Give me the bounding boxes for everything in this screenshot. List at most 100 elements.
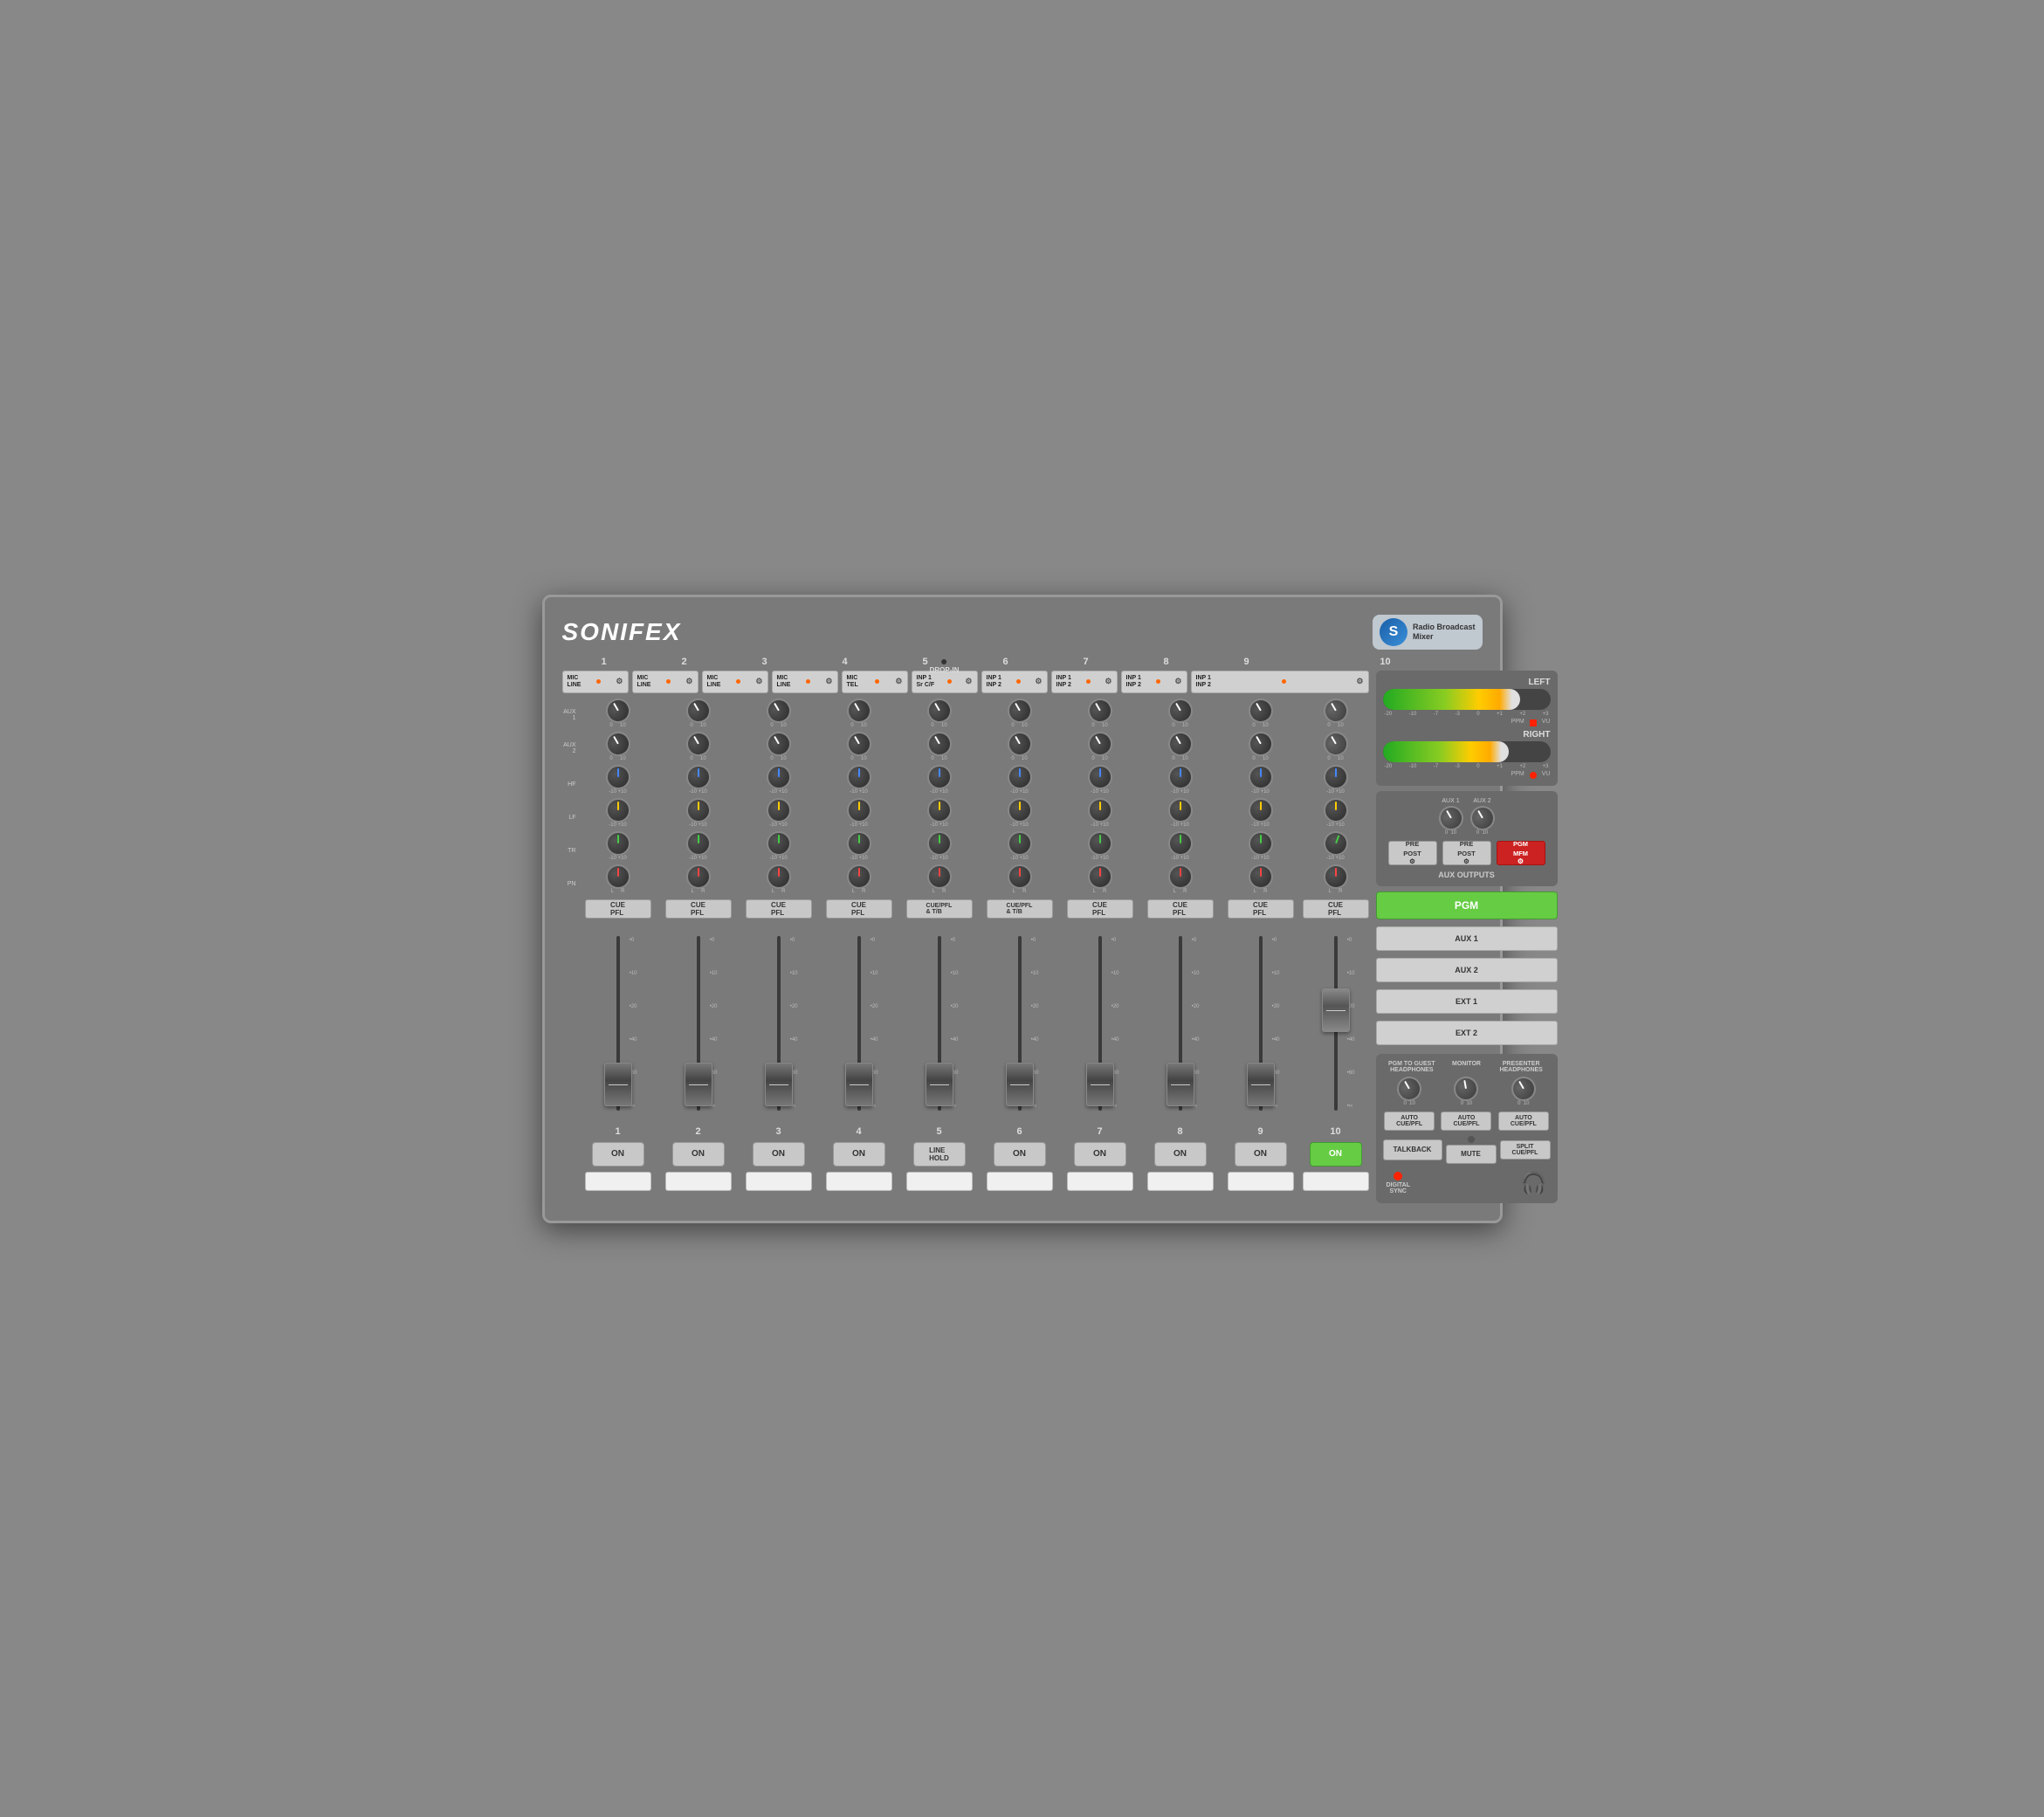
ch7-aux1-knob[interactable] bbox=[1083, 693, 1116, 726]
pre-post-btn2[interactable]: PRE POST ⚙ bbox=[1442, 841, 1491, 865]
ch1-aux2-knob[interactable] bbox=[601, 726, 634, 760]
ch5-hf-knob[interactable] bbox=[927, 765, 952, 789]
ch10-on-btn[interactable]: ON bbox=[1310, 1142, 1362, 1167]
ch7-trim-knob[interactable] bbox=[1088, 831, 1112, 856]
ch2-aux2-knob[interactable] bbox=[681, 726, 714, 760]
ch7-hf-knob[interactable] bbox=[1088, 765, 1112, 789]
ch8-cue-btn[interactable]: CUEPFL bbox=[1147, 899, 1214, 919]
ch6-bal-knob[interactable] bbox=[1008, 864, 1032, 889]
ch2-on-btn[interactable]: ON bbox=[672, 1142, 725, 1167]
aux2-output-routing-btn[interactable]: AUX 2 bbox=[1376, 958, 1558, 982]
ch9-trim-knob[interactable] bbox=[1249, 831, 1273, 856]
ch10-aux1-knob[interactable] bbox=[1318, 693, 1352, 726]
ch10-hf-knob[interactable] bbox=[1324, 765, 1348, 789]
ch3-cue-btn[interactable]: CUEPFL bbox=[746, 899, 812, 919]
ch2-cue-btn[interactable]: CUEPFL bbox=[665, 899, 732, 919]
ch8-aux1-knob[interactable] bbox=[1163, 693, 1196, 726]
ch8-on-btn[interactable]: ON bbox=[1154, 1142, 1207, 1167]
ch4-aux2-knob[interactable] bbox=[842, 726, 875, 760]
ch8-fader-handle[interactable] bbox=[1167, 1063, 1194, 1106]
ch2-lf-knob[interactable] bbox=[686, 798, 711, 822]
ch9-hf-knob[interactable] bbox=[1249, 765, 1273, 789]
ch5-on-btn[interactable]: LINEHOLD bbox=[913, 1142, 966, 1167]
talkback-btn[interactable]: TALKBACK bbox=[1383, 1139, 1442, 1160]
ch4-lf-knob[interactable] bbox=[847, 798, 871, 822]
ch9-fader-handle[interactable] bbox=[1247, 1063, 1275, 1106]
ch10-trim-knob[interactable] bbox=[1320, 828, 1352, 859]
ch1-cue-btn[interactable]: CUEPFL bbox=[585, 899, 651, 919]
ch7-on-btn[interactable]: ON bbox=[1074, 1142, 1126, 1167]
ch2-pan-knob[interactable] bbox=[686, 864, 711, 889]
ch9-input-btn[interactable]: INP 1INP 2 ⚙ bbox=[1121, 671, 1187, 693]
pre-post-btn1[interactable]: PRE POST ⚙ bbox=[1388, 841, 1437, 865]
ch6-on-btn[interactable]: ON bbox=[994, 1142, 1046, 1167]
ch8-trim-knob[interactable] bbox=[1168, 831, 1193, 856]
ch1-trim-knob[interactable] bbox=[606, 831, 630, 856]
ch4-hf-knob[interactable] bbox=[847, 765, 871, 789]
ch3-on-btn[interactable]: ON bbox=[753, 1142, 805, 1167]
ch8-bal-knob[interactable] bbox=[1168, 864, 1193, 889]
ch7-aux2-knob[interactable] bbox=[1083, 726, 1116, 760]
ch10-aux2-knob[interactable] bbox=[1318, 726, 1352, 760]
monitor-knob[interactable] bbox=[1452, 1074, 1480, 1102]
ch1-pan-knob[interactable] bbox=[606, 864, 630, 889]
pgm-guest-knob[interactable] bbox=[1393, 1071, 1426, 1105]
ch8-hf-knob[interactable] bbox=[1168, 765, 1193, 789]
pgm-mfm-btn[interactable]: PGM MFM ⚙ bbox=[1497, 841, 1545, 865]
ch2-input-btn[interactable]: MICLINE ⚙ bbox=[632, 671, 699, 693]
ch4-fader-handle[interactable] bbox=[845, 1063, 873, 1106]
ch5-lf-knob[interactable] bbox=[927, 798, 952, 822]
ch6-trim-knob[interactable] bbox=[1008, 831, 1032, 856]
ch7-lf-knob[interactable] bbox=[1088, 798, 1112, 822]
ch7-cue-btn[interactable]: CUEPFL bbox=[1067, 899, 1133, 919]
mute-btn[interactable]: MUTE bbox=[1446, 1145, 1497, 1164]
ext2-output-routing-btn[interactable]: EXT 2 bbox=[1376, 1021, 1558, 1045]
ch2-aux1-knob[interactable] bbox=[681, 693, 714, 726]
ch1-on-btn[interactable]: ON bbox=[592, 1142, 644, 1167]
pgm-auto-cue-btn[interactable]: AUTOCUE/PFL bbox=[1384, 1112, 1435, 1131]
ch1-fader-handle[interactable] bbox=[604, 1063, 632, 1106]
ch5-input-btn[interactable]: MICTEL ⚙ bbox=[842, 671, 908, 693]
ch5-cue-btn[interactable]: CUE/PFL& T/B bbox=[906, 899, 973, 919]
ch10-lf-knob[interactable] bbox=[1324, 798, 1348, 822]
ch8-input-btn[interactable]: INP 1INP 2 ⚙ bbox=[1051, 671, 1118, 693]
ch4-trim-knob[interactable] bbox=[847, 831, 871, 856]
ch10-bal-knob[interactable] bbox=[1324, 864, 1348, 889]
presenter-knob[interactable] bbox=[1507, 1071, 1540, 1105]
ext1-output-routing-btn[interactable]: EXT 1 bbox=[1376, 989, 1558, 1014]
ch3-aux2-knob[interactable] bbox=[761, 726, 795, 760]
ch9-aux2-knob[interactable] bbox=[1243, 726, 1277, 760]
ch5-aux2-knob[interactable] bbox=[922, 726, 955, 760]
ch1-input-btn[interactable]: MICLINE ⚙ bbox=[562, 671, 629, 693]
pgm-output-btn[interactable]: PGM bbox=[1376, 891, 1558, 919]
ch6-hf-knob[interactable] bbox=[1008, 765, 1032, 789]
ch3-fader-handle[interactable] bbox=[765, 1063, 793, 1106]
ch4-input-btn[interactable]: MICLINE ⚙ bbox=[772, 671, 838, 693]
ch6-input-btn[interactable]: DROP-IN INP 1Sr C/F ⚙ bbox=[912, 671, 978, 693]
aux1-output-routing-btn[interactable]: AUX 1 bbox=[1376, 926, 1558, 951]
ch10-input-btn[interactable]: INP 1INP 2 ⚙ bbox=[1191, 671, 1369, 693]
ch9-lf-knob[interactable] bbox=[1249, 798, 1273, 822]
ch2-hf-knob[interactable] bbox=[686, 765, 711, 789]
ch3-aux1-knob[interactable] bbox=[761, 693, 795, 726]
ch8-lf-knob[interactable] bbox=[1168, 798, 1193, 822]
ch3-pan-knob[interactable] bbox=[767, 864, 791, 889]
ch3-lf-knob[interactable] bbox=[767, 798, 791, 822]
ch2-trim-knob[interactable] bbox=[686, 831, 711, 856]
ch2-fader-handle[interactable] bbox=[685, 1063, 712, 1106]
split-cue-btn[interactable]: SPLITCUE/PFL bbox=[1500, 1140, 1551, 1160]
ch6-fader-handle[interactable] bbox=[1006, 1063, 1034, 1106]
ch3-hf-knob[interactable] bbox=[767, 765, 791, 789]
ch4-pan-knob[interactable] bbox=[847, 864, 871, 889]
ch5-fader-handle[interactable] bbox=[926, 1063, 953, 1106]
ch9-on-btn[interactable]: ON bbox=[1235, 1142, 1287, 1167]
ch4-cue-btn[interactable]: CUEPFL bbox=[826, 899, 892, 919]
ch9-bal-knob[interactable] bbox=[1249, 864, 1273, 889]
ch10-cue-btn[interactable]: CUEPFL bbox=[1303, 899, 1369, 919]
ch4-on-btn[interactable]: ON bbox=[833, 1142, 885, 1167]
ch6-aux1-knob[interactable] bbox=[1002, 693, 1036, 726]
ch6-aux2-knob[interactable] bbox=[1002, 726, 1036, 760]
ch9-cue-btn[interactable]: CUEPFL bbox=[1228, 899, 1294, 919]
ch3-trim-knob[interactable] bbox=[767, 831, 791, 856]
ch6-lf-knob[interactable] bbox=[1008, 798, 1032, 822]
